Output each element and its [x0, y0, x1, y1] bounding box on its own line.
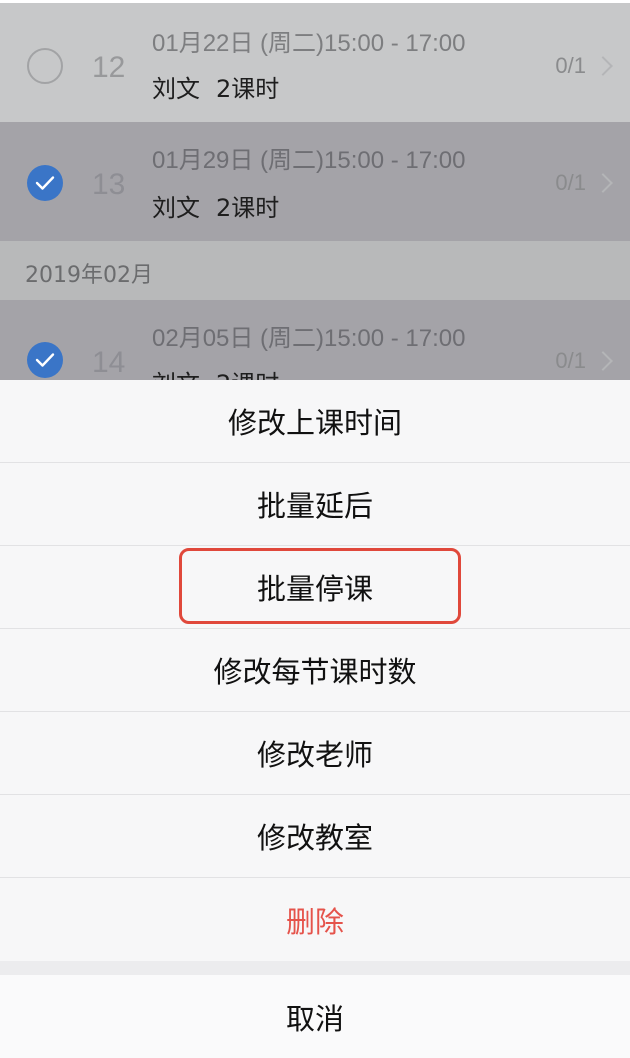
cancel-button[interactable]: 取消: [0, 975, 630, 1058]
lesson-index: 12: [92, 51, 126, 84]
month-label: 2019年02月: [25, 263, 153, 288]
cancel-label: 取消: [285, 1002, 344, 1036]
chevron-right-icon: [593, 173, 613, 193]
screen: 12 01月22日 (周二)15:00 - 17:00 刘文 2课时 0/1 13…: [0, 0, 630, 1058]
chevron-right-icon: [593, 56, 613, 76]
action-edit-classroom[interactable]: 修改教室: [0, 795, 630, 878]
sheet-divider: [0, 961, 630, 975]
lesson-hours: 2课时: [216, 194, 280, 222]
lesson-time: 01月29日 (周二)15:00 - 17:00: [152, 147, 466, 174]
action-edit-hours-per-lesson[interactable]: 修改每节课时数: [0, 629, 630, 712]
action-label: 批量延后: [256, 489, 373, 523]
lesson-index: 13: [92, 168, 126, 201]
action-label: 删除: [285, 904, 344, 939]
lesson-teacher: 刘文: [152, 194, 200, 222]
lesson-list: 12 01月22日 (周二)15:00 - 17:00 刘文 2课时 0/1 13…: [0, 0, 630, 419]
lesson-teacher-line: 刘文 2课时: [152, 188, 279, 223]
action-label: 批量停课: [256, 572, 373, 606]
lesson-count: 0/1: [555, 53, 586, 78]
select-circle-checked[interactable]: [27, 342, 63, 378]
action-sheet: 修改上课时间 批量延后 批量停课 修改每节课时数 修改老师 修改教室 删除 取消: [0, 380, 630, 1058]
action-label: 修改教室: [256, 821, 373, 855]
action-label: 修改每节课时数: [213, 655, 417, 689]
check-icon: [35, 176, 55, 190]
chevron-right-icon: [593, 351, 613, 371]
action-edit-lesson-time[interactable]: 修改上课时间: [0, 380, 630, 463]
lesson-time: 01月22日 (周二)15:00 - 17:00: [152, 30, 466, 57]
action-label: 修改老师: [256, 738, 373, 772]
lesson-count: 0/1: [555, 348, 586, 373]
action-edit-teacher[interactable]: 修改老师: [0, 712, 630, 795]
lesson-index: 14: [92, 346, 126, 379]
check-icon: [35, 353, 55, 367]
action-batch-postpone[interactable]: 批量延后: [0, 463, 630, 546]
lesson-row[interactable]: 13 01月29日 (周二)15:00 - 17:00 刘文 2课时 0/1: [0, 122, 630, 241]
lesson-count: 0/1: [555, 170, 586, 195]
action-batch-suspend[interactable]: 批量停课: [0, 546, 630, 629]
lesson-hours: 2课时: [216, 75, 280, 103]
lesson-teacher-line: 刘文 2课时: [152, 69, 279, 104]
lesson-time: 02月05日 (周二)15:00 - 17:00: [152, 325, 466, 352]
lesson-row[interactable]: 12 01月22日 (周二)15:00 - 17:00 刘文 2课时 0/1: [0, 3, 630, 122]
month-section-header: 2019年02月: [0, 241, 630, 300]
action-label: 修改上课时间: [227, 406, 402, 440]
select-circle-checked[interactable]: [27, 165, 63, 201]
lesson-teacher: 刘文: [152, 75, 200, 103]
action-delete[interactable]: 删除: [0, 878, 630, 961]
select-circle[interactable]: [27, 48, 63, 84]
